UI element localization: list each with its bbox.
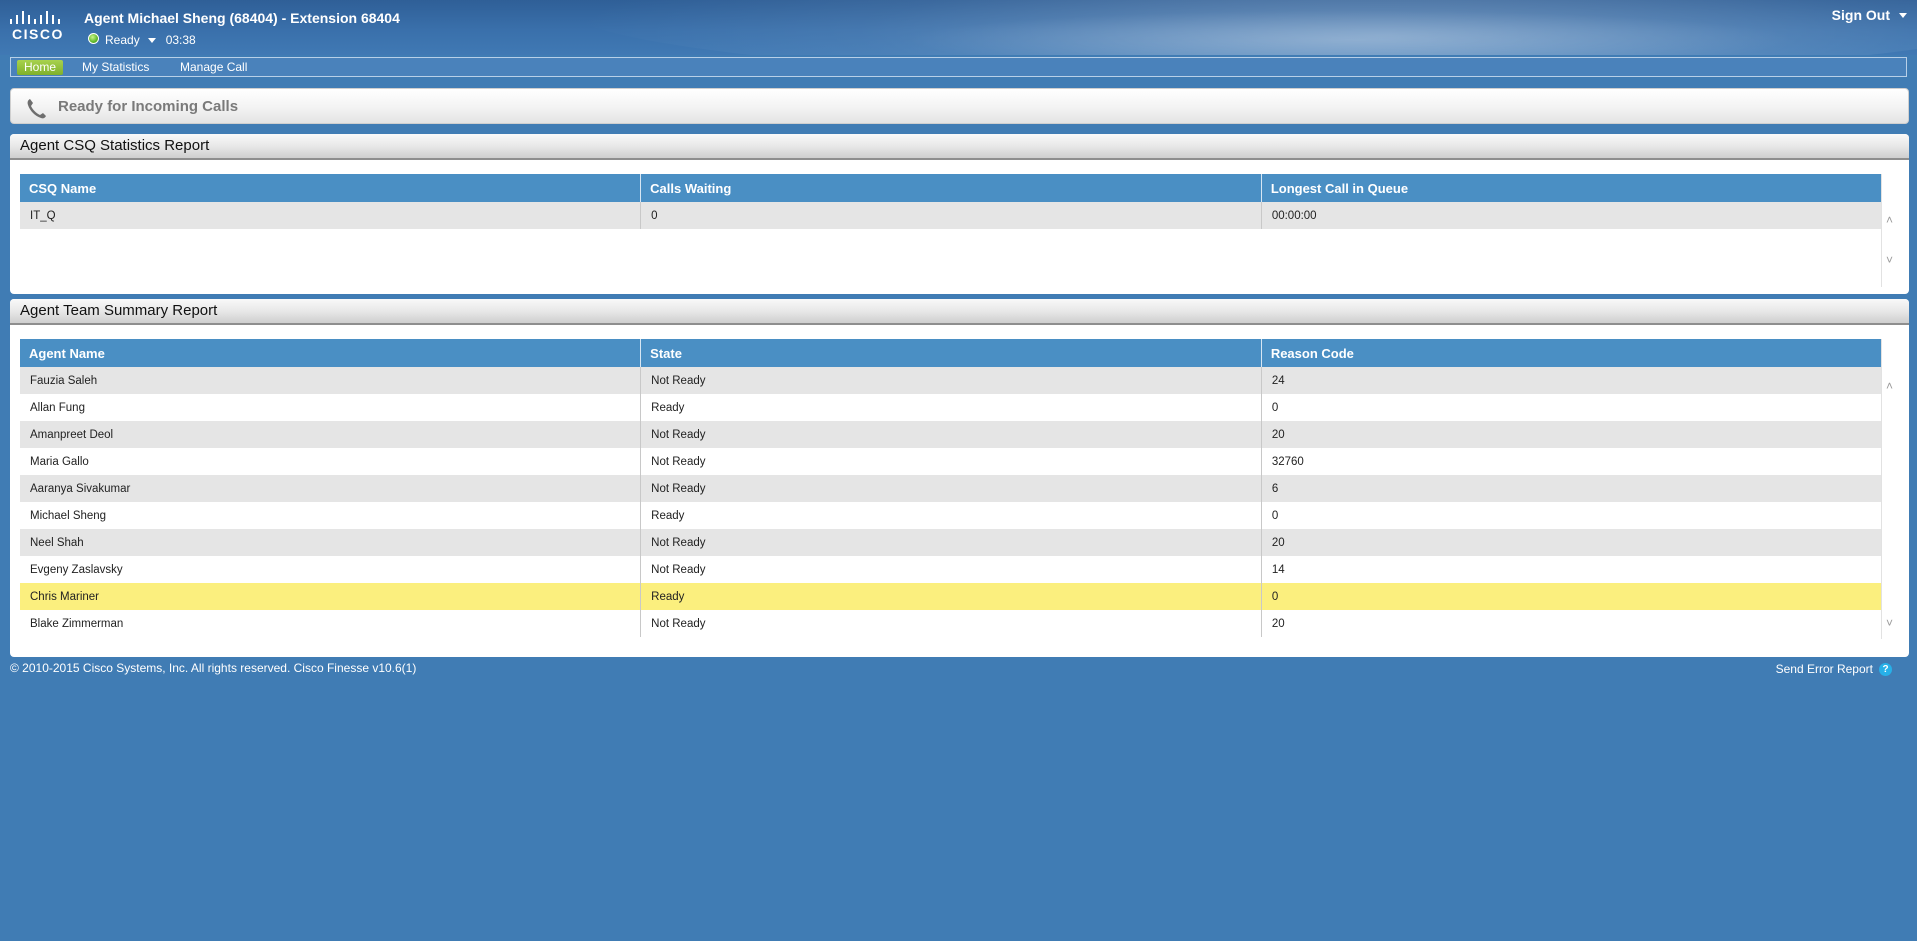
help-icon[interactable]: ?: [1879, 662, 1892, 676]
call-status-panel: Ready for Incoming Calls: [10, 88, 1909, 124]
table-row[interactable]: Aaranya Sivakumar Not Ready 6: [20, 475, 1882, 502]
cell-state: Not Ready: [640, 367, 1262, 394]
sign-out-button[interactable]: Sign Out: [1832, 7, 1907, 23]
chevron-up-icon[interactable]: ˄: [1885, 214, 1894, 226]
cell-state: Ready: [640, 502, 1262, 529]
team-table: Agent Name State Reason Code Fauzia Sale…: [20, 339, 1882, 637]
copyright-text: © 2010-2015 Cisco Systems, Inc. All righ…: [10, 661, 417, 675]
table-row-selected[interactable]: Chris Mariner Ready 0: [20, 583, 1882, 610]
table-row[interactable]: Neel Shah Not Ready 20: [20, 529, 1882, 556]
cell-state: Not Ready: [640, 421, 1262, 448]
ready-status-icon: [88, 32, 99, 44]
cell-agent-name: Evgeny Zaslavsky: [20, 556, 642, 583]
cisco-logo: CISCO: [8, 8, 72, 44]
chevron-down-icon[interactable]: ˅: [1885, 254, 1894, 266]
table-row[interactable]: Amanpreet Deol Not Ready 20: [20, 421, 1882, 448]
cell-agent-name: Fauzia Saleh: [20, 367, 642, 394]
cell-reason-code: 0: [1261, 502, 1882, 529]
cell-agent-name: Chris Mariner: [20, 583, 642, 610]
table-row[interactable]: IT_Q 0 00:00:00: [20, 202, 1882, 229]
table-row[interactable]: Maria Gallo Not Ready 32760: [20, 448, 1882, 475]
send-error-report-label: Send Error Report: [1775, 662, 1873, 676]
sign-out-label: Sign Out: [1831, 7, 1890, 23]
chevron-down-icon: [1899, 12, 1907, 18]
cell-reason-code: 0: [1261, 583, 1882, 610]
agent-status-selector[interactable]: Ready 03:38: [88, 32, 196, 47]
cell-agent-name: Blake Zimmerman: [20, 610, 642, 637]
cell-reason-code: 24: [1261, 367, 1882, 394]
cell-csq-name: IT_Q: [20, 202, 642, 229]
csq-statistics-gadget: Agent CSQ Statistics Report CSQ Name Cal…: [10, 134, 1909, 294]
csq-scrollbar[interactable]: ˄ ˅: [1881, 174, 1899, 287]
column-header-longest-call[interactable]: Longest Call in Queue: [1261, 174, 1882, 202]
app-header: CISCO Agent Michael Sheng (68404) - Exte…: [0, 0, 1917, 55]
column-header-reason-code[interactable]: Reason Code: [1261, 339, 1882, 367]
tab-home[interactable]: Home: [17, 60, 64, 75]
csq-table: CSQ Name Calls Waiting Longest Call in Q…: [20, 174, 1882, 229]
chevron-down-icon[interactable]: [147, 37, 156, 43]
csq-table-container: CSQ Name Calls Waiting Longest Call in Q…: [20, 174, 1882, 229]
agent-status-timer: 03:38: [165, 33, 196, 47]
cell-reason-code: 32760: [1261, 448, 1882, 475]
cisco-logo-bars-icon: [8, 8, 72, 24]
column-header-calls-waiting[interactable]: Calls Waiting: [640, 174, 1262, 202]
cell-state: Not Ready: [640, 556, 1262, 583]
agent-status-label: Ready: [105, 33, 140, 47]
table-header-row: Agent Name State Reason Code: [20, 339, 1882, 367]
table-row[interactable]: Evgeny Zaslavsky Not Ready 14: [20, 556, 1882, 583]
cell-calls-waiting: 0: [640, 202, 1262, 229]
cell-reason-code: 20: [1261, 610, 1882, 637]
cell-agent-name: Maria Gallo: [20, 448, 642, 475]
table-row[interactable]: Fauzia Saleh Not Ready 24: [20, 367, 1882, 394]
cell-longest-call: 00:00:00: [1261, 202, 1882, 229]
cell-reason-code: 20: [1261, 529, 1882, 556]
cell-state: Not Ready: [640, 448, 1262, 475]
gadget-title: Agent Team Summary Report: [10, 299, 1909, 325]
table-header-row: CSQ Name Calls Waiting Longest Call in Q…: [20, 174, 1882, 202]
cell-state: Not Ready: [640, 610, 1262, 637]
cisco-logo-text: CISCO: [12, 26, 64, 42]
table-row[interactable]: Blake Zimmerman Not Ready 20: [20, 610, 1882, 637]
phone-icon: [27, 99, 46, 119]
chevron-down-icon[interactable]: ˅: [1885, 617, 1894, 629]
cell-agent-name: Neel Shah: [20, 529, 642, 556]
column-header-agent-name[interactable]: Agent Name: [20, 339, 642, 367]
cell-state: Ready: [640, 583, 1262, 610]
team-table-container: Agent Name State Reason Code Fauzia Sale…: [20, 339, 1882, 637]
gadget-title: Agent CSQ Statistics Report: [10, 134, 1909, 160]
cell-state: Not Ready: [640, 475, 1262, 502]
cell-reason-code: 20: [1261, 421, 1882, 448]
table-row[interactable]: Allan Fung Ready 0: [20, 394, 1882, 421]
cell-agent-name: Michael Sheng: [20, 502, 642, 529]
column-header-state[interactable]: State: [640, 339, 1262, 367]
team-scrollbar[interactable]: ˄ ˅: [1881, 339, 1899, 639]
cell-agent-name: Allan Fung: [20, 394, 642, 421]
cell-agent-name: Amanpreet Deol: [20, 421, 642, 448]
status-title: Ready for Incoming Calls: [58, 98, 239, 115]
agent-title: Agent Michael Sheng (68404) - Extension …: [84, 10, 400, 26]
cell-reason-code: 6: [1261, 475, 1882, 502]
cell-reason-code: 14: [1261, 556, 1882, 583]
cell-reason-code: 0: [1261, 394, 1882, 421]
cell-state: Not Ready: [640, 529, 1262, 556]
send-error-report-link[interactable]: Send Error Report ?: [1776, 662, 1892, 676]
cell-state: Ready: [640, 394, 1262, 421]
table-row[interactable]: Michael Sheng Ready 0: [20, 502, 1882, 529]
team-summary-gadget: Agent Team Summary Report Agent Name Sta…: [10, 299, 1909, 657]
main-nav: Home My Statistics Manage Call: [10, 57, 1907, 77]
cell-agent-name: Aaranya Sivakumar: [20, 475, 642, 502]
tab-manage-call[interactable]: Manage Call: [173, 60, 254, 75]
chevron-up-icon[interactable]: ˄: [1885, 380, 1894, 392]
tab-my-statistics[interactable]: My Statistics: [75, 60, 156, 75]
column-header-csq-name[interactable]: CSQ Name: [20, 174, 642, 202]
